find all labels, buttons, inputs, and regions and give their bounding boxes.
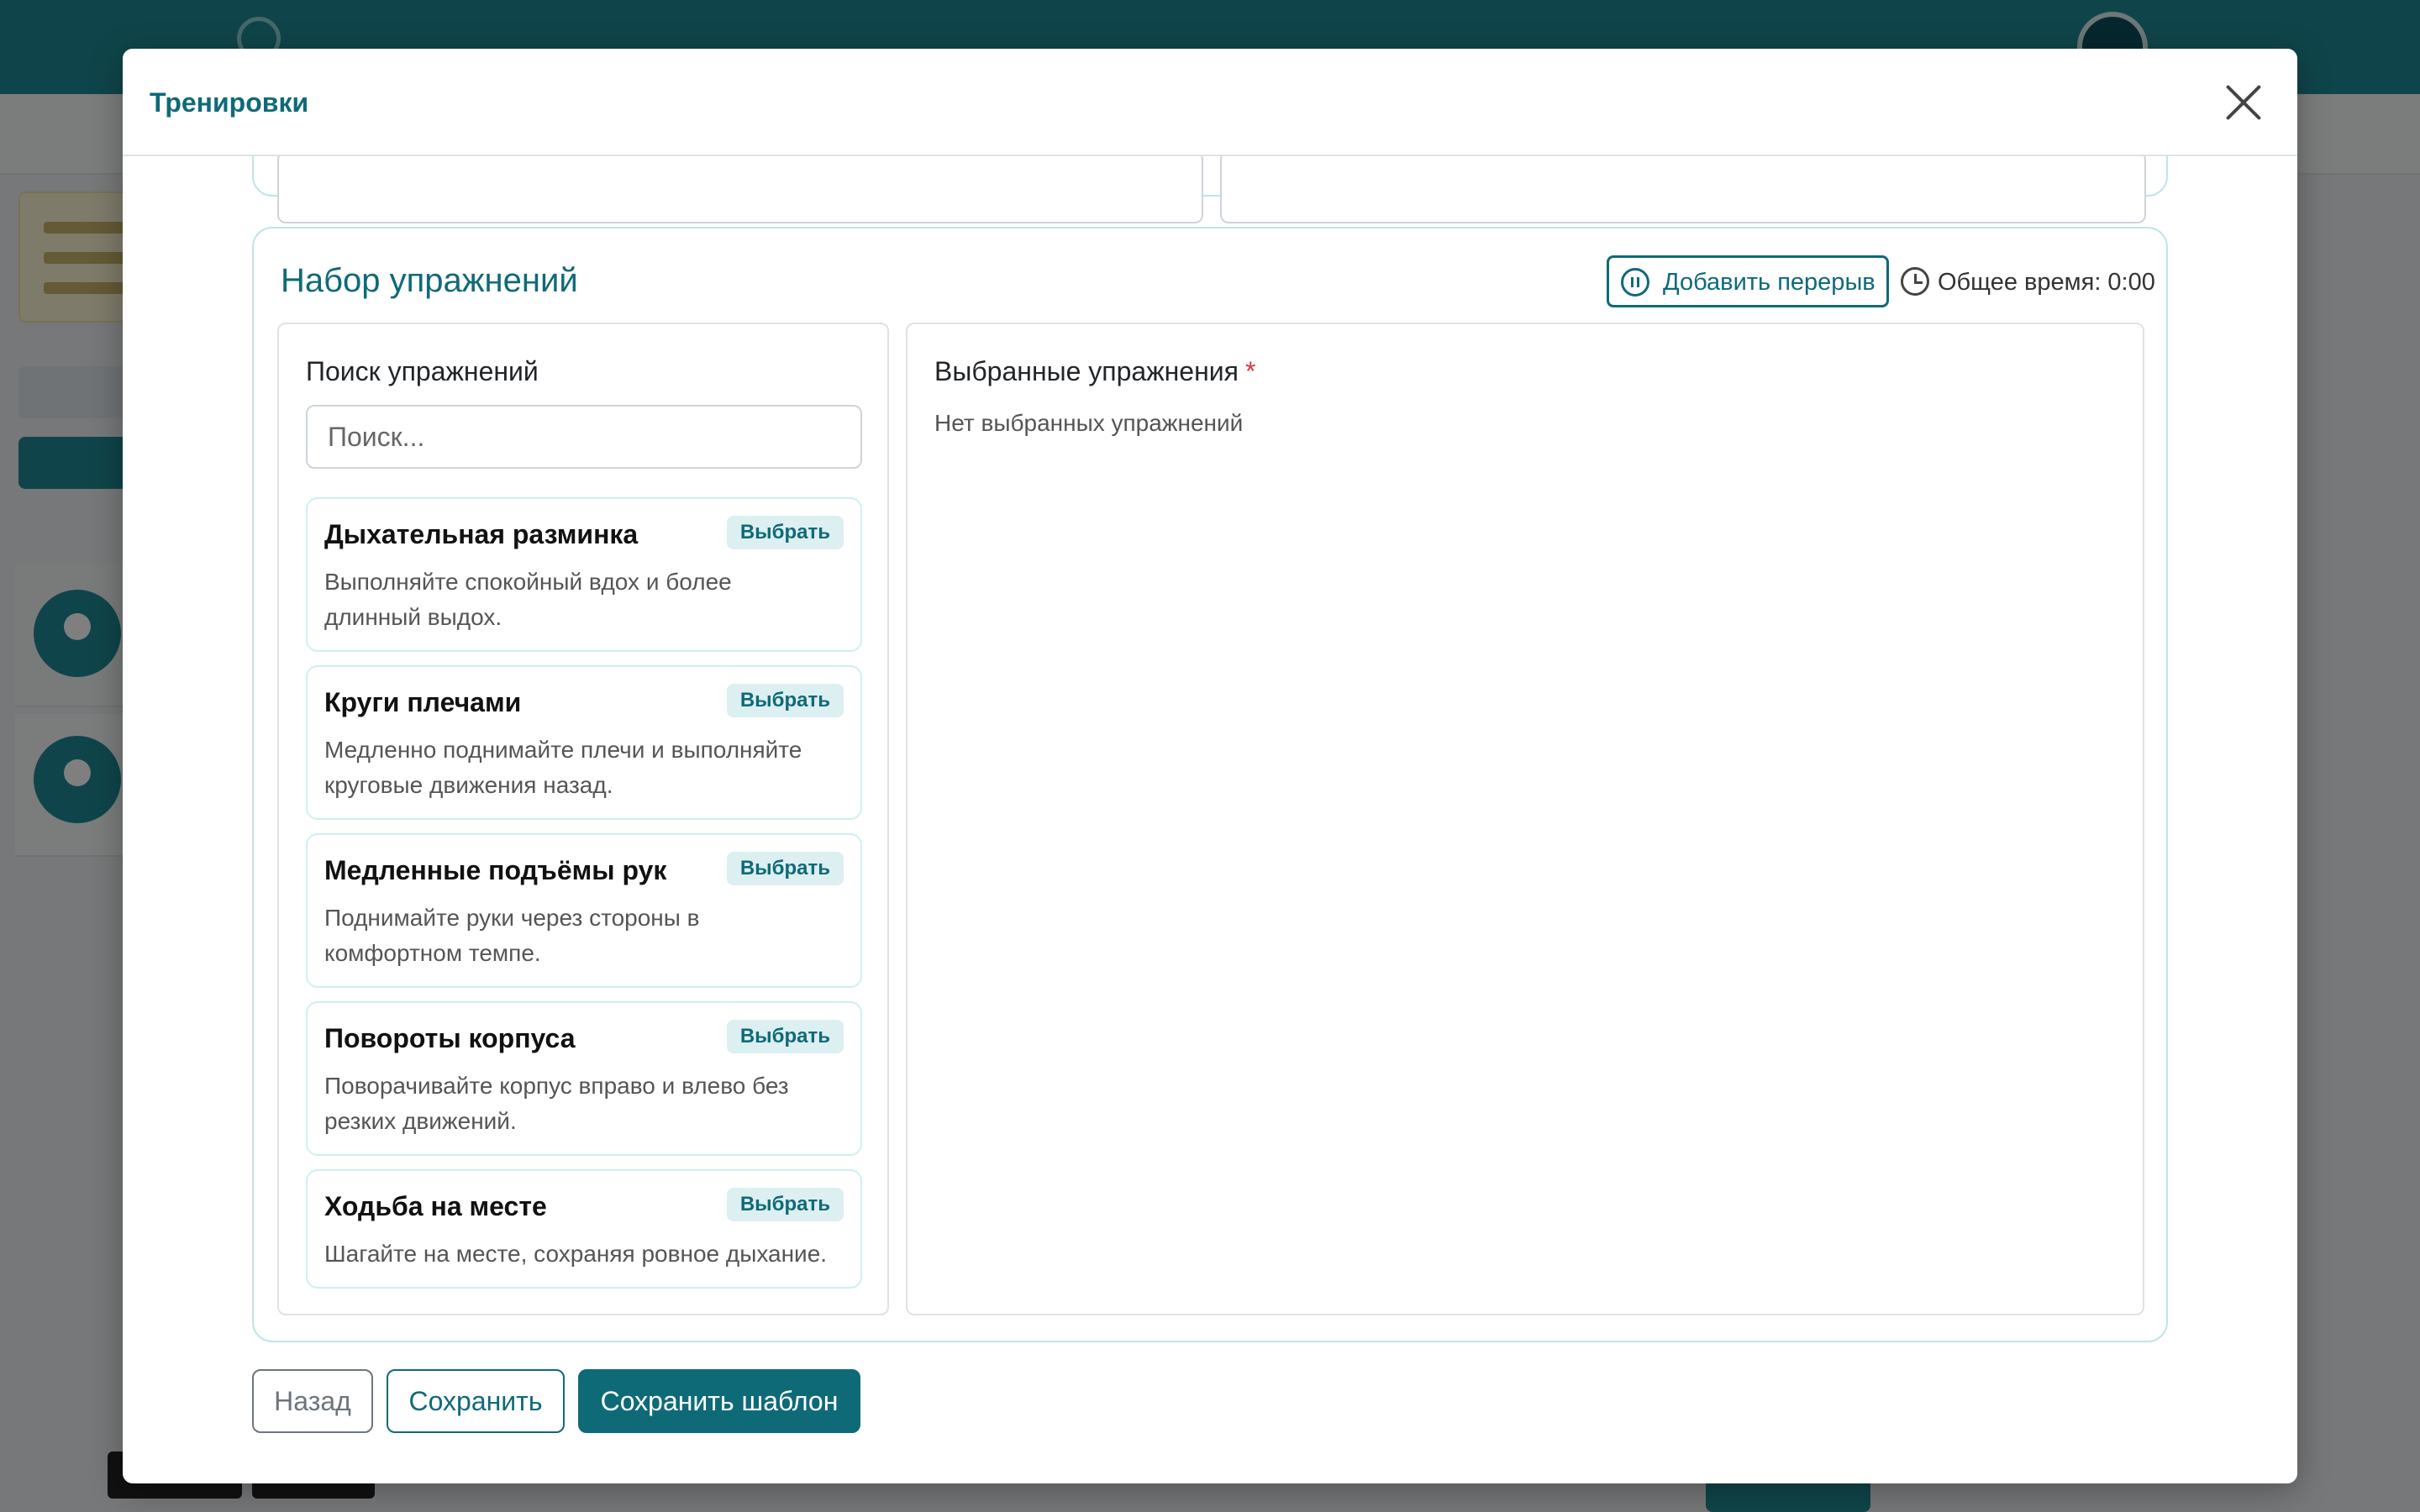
select-exercise-button[interactable]: Выбрать — [726, 1020, 844, 1053]
empty-selection-text: Нет выбранных упражнений — [934, 410, 1244, 436]
exercise-description: Медленно поднимайте плечи и выполняйте к… — [324, 737, 802, 798]
exercise-name: Повороты корпуса — [324, 1023, 576, 1053]
exercise-set-section: Набор упражнений Добавить перерыв Общее … — [252, 227, 2168, 1342]
back-button[interactable]: Назад — [252, 1369, 373, 1433]
previous-field[interactable] — [277, 151, 1203, 223]
search-input[interactable] — [306, 405, 862, 469]
exercise-description: Выполняйте спокойный вдох и более длинны… — [324, 569, 732, 630]
clock-icon — [1901, 267, 1929, 296]
exercise-search-panel: Поиск упражнений Дыхательная разминка Вы… — [277, 323, 889, 1315]
close-icon[interactable] — [2223, 82, 2264, 123]
exercise-description: Поворачивайте корпус вправо и влево без … — [324, 1073, 789, 1134]
add-break-button[interactable]: Добавить перерыв — [1607, 255, 1889, 307]
select-exercise-button[interactable]: Выбрать — [726, 516, 844, 549]
exercise-name: Медленные подъёмы рук — [324, 855, 667, 885]
add-break-label: Добавить перерыв — [1663, 269, 1876, 296]
exercise-name: Дыхательная разминка — [324, 519, 639, 549]
selected-heading: Выбранные упражнения * — [934, 356, 1255, 387]
exercise-name: Круги плечами — [324, 687, 522, 717]
exercise-description: Шагайте на месте, сохраняя ровное дыхани… — [324, 1241, 828, 1267]
exercise-name: Ходьба на месте — [324, 1191, 547, 1221]
modal-header: Тренировки — [123, 49, 2297, 156]
exercise-card: Ходьба на месте Выбрать Шагайте на месте… — [306, 1169, 862, 1289]
exercise-card: Повороты корпуса Выбрать Поворачивайте к… — [306, 1001, 862, 1156]
save-button[interactable]: Сохранить — [387, 1369, 565, 1433]
search-heading: Поиск упражнений — [306, 356, 539, 386]
total-time: Общее время: 0:00 — [1938, 269, 2155, 296]
exercise-card: Круги плечами Выбрать Медленно поднимайт… — [306, 665, 862, 820]
selected-heading-label: Выбранные упражнения — [934, 356, 1239, 386]
previous-field[interactable] — [1220, 151, 2146, 223]
required-mark: * — [1244, 356, 1256, 386]
modal-title: Тренировки — [150, 87, 309, 118]
pause-circle-icon — [1621, 268, 1649, 297]
exercise-list: Дыхательная разминка Выбрать Выполняйте … — [306, 497, 862, 1302]
save-template-button[interactable]: Сохранить шаблон — [578, 1369, 860, 1433]
selected-exercises-panel: Выбранные упражнения * Нет выбранных упра… — [906, 323, 2144, 1315]
exercise-set-title: Набор упражнений — [281, 262, 578, 299]
exercise-description: Поднимайте руки через стороны в комфортн… — [324, 905, 700, 966]
select-exercise-button[interactable]: Выбрать — [726, 852, 844, 885]
select-exercise-button[interactable]: Выбрать — [726, 684, 844, 717]
trainings-modal: Тренировки Набор упражнений Добавить пер… — [123, 49, 2297, 1483]
exercise-card: Дыхательная разминка Выбрать Выполняйте … — [306, 497, 862, 652]
exercise-card: Медленные подъёмы рук Выбрать Поднимайте… — [306, 833, 862, 988]
select-exercise-button[interactable]: Выбрать — [726, 1188, 844, 1221]
